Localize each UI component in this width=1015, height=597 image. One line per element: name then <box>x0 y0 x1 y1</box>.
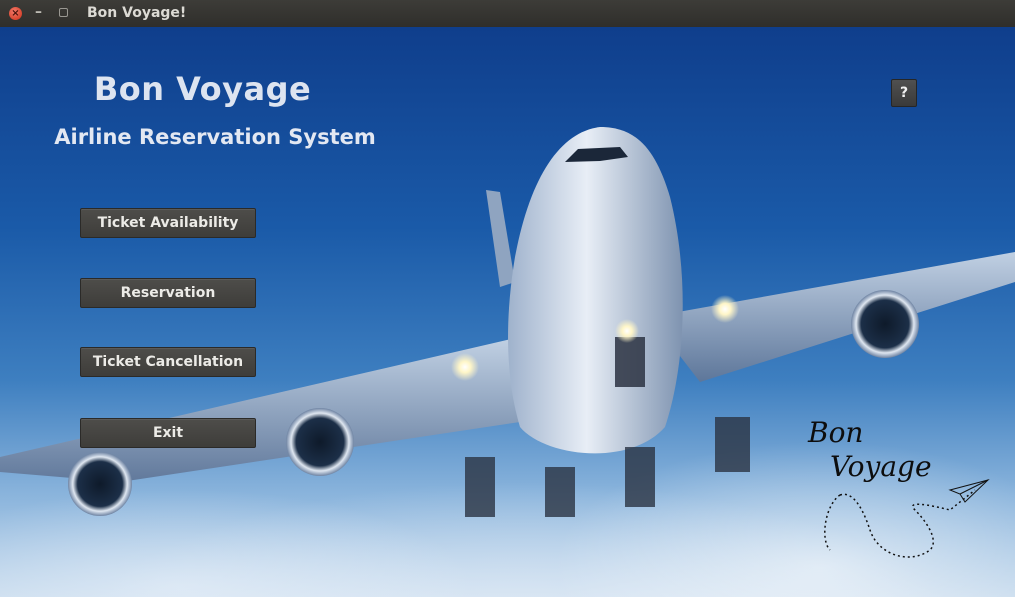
ticket-cancellation-button[interactable]: Ticket Cancellation <box>80 347 256 377</box>
help-button[interactable]: ? <box>891 79 917 107</box>
help-icon: ? <box>899 85 909 101</box>
svg-text:Voyage: Voyage <box>830 450 932 483</box>
app-subtitle: Airline Reservation System <box>54 125 376 149</box>
close-icon[interactable]: × <box>9 7 22 20</box>
app-title: Bon Voyage <box>93 70 312 108</box>
svg-text:Bon: Bon <box>807 416 863 449</box>
app-window: × – Bon Voyage! Bon Voyage Airline Reser… <box>0 0 1015 597</box>
minimize-icon[interactable]: – <box>35 4 42 20</box>
title-bar: × – Bon Voyage! <box>0 0 1015 28</box>
reservation-button[interactable]: Reservation <box>80 278 256 308</box>
exit-button[interactable]: Exit <box>80 418 256 448</box>
bon-voyage-logo: Bon Voyage <box>807 416 990 558</box>
maximize-icon[interactable] <box>59 8 68 17</box>
ticket-availability-button[interactable]: Ticket Availability <box>80 208 256 238</box>
window-title: Bon Voyage! <box>87 5 187 21</box>
paper-plane-icon <box>948 479 990 503</box>
